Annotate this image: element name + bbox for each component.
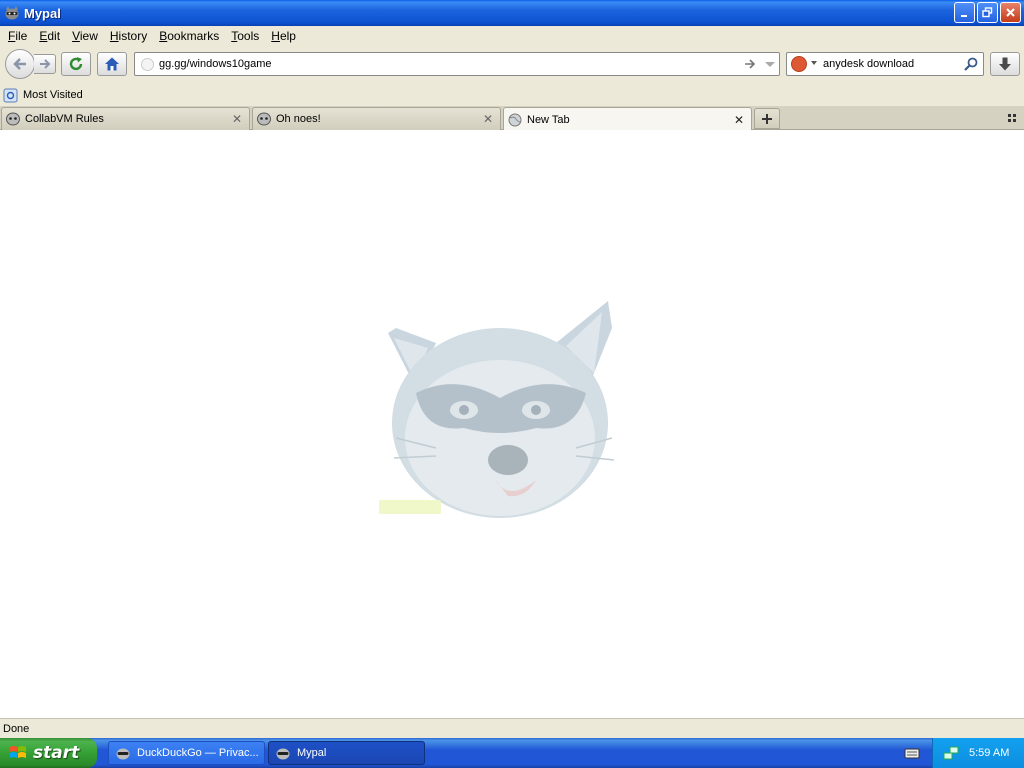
taskbar-item-mypal[interactable]: Mypal bbox=[268, 741, 425, 765]
menu-label-rest: istory bbox=[118, 29, 148, 43]
status-bar: Done bbox=[0, 718, 1024, 738]
bookmarks-toolbar: Most Visited bbox=[0, 84, 1024, 106]
menu-label-rest: ookmarks bbox=[167, 29, 220, 43]
restore-icon bbox=[982, 7, 993, 18]
collabvm-icon bbox=[6, 112, 20, 126]
taskbar-item-label: DuckDuckGo — Privac... bbox=[137, 747, 259, 759]
raccoon-icon bbox=[116, 748, 130, 760]
tab-label: Oh noes! bbox=[276, 113, 321, 125]
reload-button[interactable] bbox=[61, 52, 91, 76]
forward-button[interactable] bbox=[34, 54, 56, 74]
magnifier-icon[interactable] bbox=[963, 56, 979, 72]
back-arrow-icon bbox=[13, 58, 26, 70]
minimize-icon bbox=[961, 15, 967, 17]
collabvm-icon bbox=[257, 112, 271, 126]
plus-icon bbox=[762, 113, 772, 124]
home-button[interactable] bbox=[97, 52, 127, 76]
menu-accelerator: H bbox=[109, 29, 119, 43]
chevron-down-icon[interactable] bbox=[763, 56, 777, 72]
menu-file[interactable]: File bbox=[2, 29, 33, 43]
menu-help[interactable]: Help bbox=[265, 29, 302, 43]
taskbar: start DuckDuckGo — Privac... Mypal 5:59 … bbox=[0, 738, 1024, 768]
back-button[interactable] bbox=[5, 49, 35, 79]
search-bar[interactable] bbox=[786, 52, 984, 76]
system-tray: 5:59 AM bbox=[932, 738, 1024, 768]
engine-dropdown-icon[interactable] bbox=[811, 61, 817, 65]
tab-strip: CollabVM Rules ✕ Oh noes! ✕ New Tab ✕ bbox=[0, 106, 1024, 131]
new-tab-button[interactable] bbox=[754, 108, 780, 129]
grid-icon[interactable] bbox=[1005, 111, 1019, 125]
tab-new-tab[interactable]: New Tab ✕ bbox=[503, 107, 752, 131]
tab-close-button[interactable]: ✕ bbox=[481, 112, 495, 126]
reload-icon bbox=[69, 57, 83, 71]
window-title: Mypal bbox=[24, 5, 61, 21]
site-identity-icon[interactable] bbox=[141, 58, 154, 71]
tab-close-button[interactable]: ✕ bbox=[230, 112, 244, 126]
menu-accelerator: H bbox=[271, 29, 280, 43]
menu-label-rest: dit bbox=[47, 29, 61, 43]
taskbar-item-duckduckgo[interactable]: DuckDuckGo — Privac... bbox=[108, 741, 265, 765]
restore-button[interactable] bbox=[977, 2, 998, 23]
tab-oh-noes[interactable]: Oh noes! ✕ bbox=[252, 107, 501, 130]
search-input[interactable] bbox=[823, 56, 963, 72]
tab-label: CollabVM Rules bbox=[25, 113, 104, 125]
page-content bbox=[0, 130, 1024, 718]
duckduckgo-icon[interactable] bbox=[791, 56, 807, 72]
go-arrow-icon[interactable] bbox=[743, 56, 757, 72]
network-icon[interactable] bbox=[943, 745, 959, 761]
menu-tools[interactable]: Tools bbox=[225, 29, 265, 43]
menu-history[interactable]: History bbox=[104, 29, 153, 43]
menu-bookmarks[interactable]: Bookmarks bbox=[153, 29, 225, 43]
title-bar[interactable]: Mypal bbox=[0, 0, 1024, 26]
start-button[interactable]: start bbox=[0, 738, 97, 768]
folder-icon bbox=[3, 88, 18, 102]
url-bar[interactable] bbox=[134, 52, 780, 76]
taskbar-item-label: Mypal bbox=[297, 747, 327, 759]
downloads-button[interactable] bbox=[990, 52, 1020, 76]
bookmark-label: Most Visited bbox=[23, 89, 83, 101]
close-window-button[interactable] bbox=[1000, 2, 1021, 23]
menu-label-rest: iew bbox=[79, 29, 98, 43]
status-text: Done bbox=[3, 722, 30, 735]
download-arrow-icon bbox=[999, 57, 1011, 71]
tab-close-button[interactable]: ✕ bbox=[732, 113, 746, 127]
menu-view[interactable]: View bbox=[66, 29, 104, 43]
clock[interactable]: 5:59 AM bbox=[969, 747, 1009, 759]
tab-collabvm-rules[interactable]: CollabVM Rules ✕ bbox=[1, 107, 250, 130]
close-icon bbox=[1006, 8, 1015, 17]
menu-label-rest: ile bbox=[15, 29, 28, 43]
minimize-button[interactable] bbox=[954, 2, 975, 23]
raccoon-logo bbox=[379, 301, 615, 518]
menu-bar: File Edit View History Bookmarks Tools Help bbox=[0, 26, 1024, 46]
globe-icon bbox=[508, 113, 522, 126]
forward-arrow-icon bbox=[39, 59, 50, 69]
menu-label-rest: ools bbox=[237, 29, 260, 43]
url-input[interactable] bbox=[159, 56, 719, 72]
menu-label-rest: elp bbox=[279, 29, 296, 43]
menu-edit[interactable]: Edit bbox=[33, 29, 66, 43]
home-icon bbox=[105, 57, 119, 71]
keyboard-icon[interactable] bbox=[904, 746, 920, 760]
bookmark-most-visited[interactable]: Most Visited bbox=[3, 88, 83, 103]
windows-logo-icon bbox=[10, 746, 26, 758]
raccoon-icon bbox=[276, 748, 290, 760]
menu-accelerator: V bbox=[72, 29, 80, 43]
tab-label: New Tab bbox=[527, 113, 570, 126]
start-label: start bbox=[33, 743, 80, 763]
navigation-toolbar bbox=[0, 46, 1024, 84]
raccoon-icon bbox=[5, 6, 19, 20]
